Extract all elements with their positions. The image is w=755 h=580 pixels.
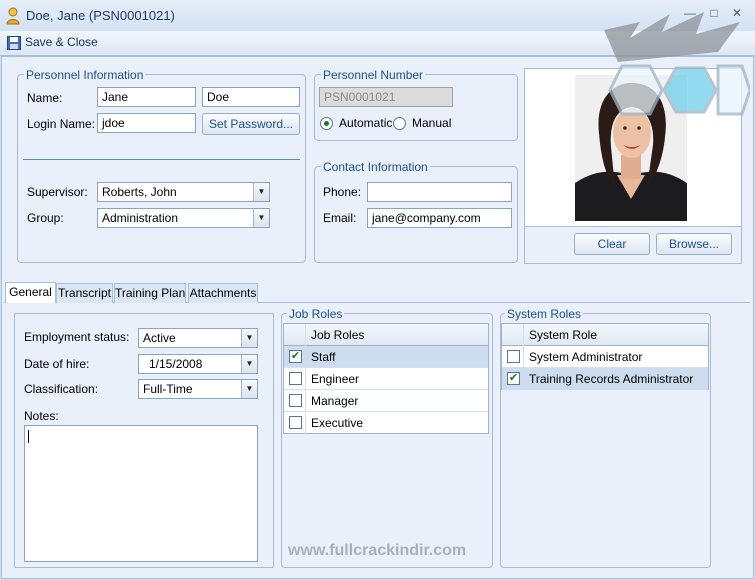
radio-selected-dot [324, 121, 329, 126]
save-close-label: Save & Close [25, 35, 98, 49]
chevron-down-icon[interactable]: ▼ [241, 380, 257, 398]
watermark-text: www.fullcrackindir.com [288, 542, 467, 559]
browse-photo-button[interactable]: Browse... [656, 233, 732, 255]
staff-label: Staff [311, 350, 336, 364]
system-administrator-checkbox[interactable] [507, 350, 520, 363]
system-role-column-header: System Role [529, 328, 598, 342]
system-roles-legend: System Roles [505, 307, 584, 321]
date-of-hire-label: Date of hire: [24, 357, 90, 371]
tab-general[interactable]: General [5, 282, 56, 303]
employment-status-label: Employment status: [24, 330, 130, 344]
watermark-logo [604, 12, 750, 116]
clear-photo-button[interactable]: Clear [574, 233, 650, 255]
classification-label: Classification: [24, 382, 99, 396]
date-of-hire-value: 1/15/2008 [149, 357, 203, 371]
group-dropdown[interactable]: Administration ▼ [97, 208, 270, 228]
manager-checkbox[interactable] [289, 394, 302, 407]
notes-label: Notes: [24, 409, 59, 423]
job-roles-column-header: Job Roles [311, 328, 365, 342]
training-records-administrator-checkbox[interactable]: ✔ [507, 372, 520, 385]
login-name-label: Login Name: [27, 117, 96, 131]
tab-attachments[interactable]: Attachments [188, 283, 258, 303]
personnel-number-group [314, 74, 518, 141]
chevron-down-icon[interactable]: ▼ [241, 329, 257, 347]
contact-information-legend: Contact Information [321, 160, 430, 174]
table-row[interactable]: ✔ Training Records Administrator [502, 368, 708, 390]
employment-status-value: Active [143, 331, 176, 345]
person-app-icon [6, 7, 20, 25]
manager-label: Manager [311, 394, 359, 408]
email-input[interactable]: jane@company.com [367, 208, 512, 228]
text-cursor [28, 430, 29, 443]
executive-label: Executive [311, 416, 364, 430]
login-name-input[interactable]: jdoe [97, 113, 196, 133]
system-roles-grid: System Role System Administrator ✔ Train… [501, 323, 709, 390]
table-row[interactable]: Manager [284, 390, 488, 412]
engineer-checkbox[interactable] [289, 372, 302, 385]
staff-checkbox[interactable]: ✔ [289, 350, 302, 363]
system-administrator-label: System Administrator [529, 350, 643, 364]
executive-checkbox[interactable] [289, 416, 302, 429]
save-close-button[interactable]: Save & Close [4, 33, 98, 53]
personnel-information-legend: Personnel Information [24, 68, 146, 82]
table-row[interactable]: Executive [284, 412, 488, 434]
automatic-label: Automatic [339, 116, 393, 130]
manual-radio[interactable] [393, 117, 406, 130]
supervisor-label: Supervisor: [27, 185, 88, 199]
save-icon [7, 36, 21, 50]
chevron-down-icon[interactable]: ▼ [241, 355, 257, 373]
divider [23, 159, 300, 160]
name-label: Name: [27, 91, 63, 105]
set-password-button[interactable]: Set Password... [202, 113, 300, 135]
job-roles-header-row: Job Roles [284, 324, 488, 346]
last-name-input[interactable]: Doe [202, 87, 300, 107]
training-records-administrator-label: Training Records Administrator [529, 372, 694, 386]
phone-label: Phone: [323, 185, 362, 199]
tab-training-plan[interactable]: Training Plan [114, 283, 186, 303]
table-row[interactable]: System Administrator [502, 346, 708, 368]
supervisor-dropdown[interactable]: Roberts, John ▼ [97, 182, 270, 202]
first-name-input[interactable]: Jane [97, 87, 196, 107]
chevron-down-icon[interactable]: ▼ [253, 209, 269, 227]
table-row[interactable]: ✔ Staff [284, 346, 488, 368]
personnel-number-legend: Personnel Number [321, 68, 426, 82]
job-roles-grid: Job Roles ✔ Staff Engineer Manager Execu… [283, 323, 489, 434]
table-row[interactable]: Engineer [284, 368, 488, 390]
classification-dropdown[interactable]: Full-Time ▼ [138, 379, 258, 399]
tab-transcript[interactable]: Transcript [56, 283, 113, 303]
system-roles-header-row: System Role [502, 324, 708, 346]
chevron-down-icon[interactable]: ▼ [253, 183, 269, 201]
employment-status-dropdown[interactable]: Active ▼ [138, 328, 258, 348]
notes-textarea[interactable] [24, 425, 258, 562]
engineer-label: Engineer [311, 372, 360, 386]
date-of-hire-picker[interactable]: 1/15/2008 ▼ [138, 354, 258, 374]
email-label: Email: [323, 211, 357, 225]
group-label: Group: [27, 211, 64, 225]
job-roles-legend: Job Roles [287, 307, 345, 321]
supervisor-value: Roberts, John [102, 185, 177, 199]
phone-input[interactable] [367, 182, 512, 202]
automatic-radio[interactable] [320, 117, 333, 130]
manual-label: Manual [412, 116, 452, 130]
group-value: Administration [102, 211, 179, 225]
classification-value: Full-Time [143, 382, 193, 396]
window-title: Doe, Jane (PSN0001021) [26, 8, 175, 23]
personnel-number-input: PSN0001021 [319, 87, 453, 107]
